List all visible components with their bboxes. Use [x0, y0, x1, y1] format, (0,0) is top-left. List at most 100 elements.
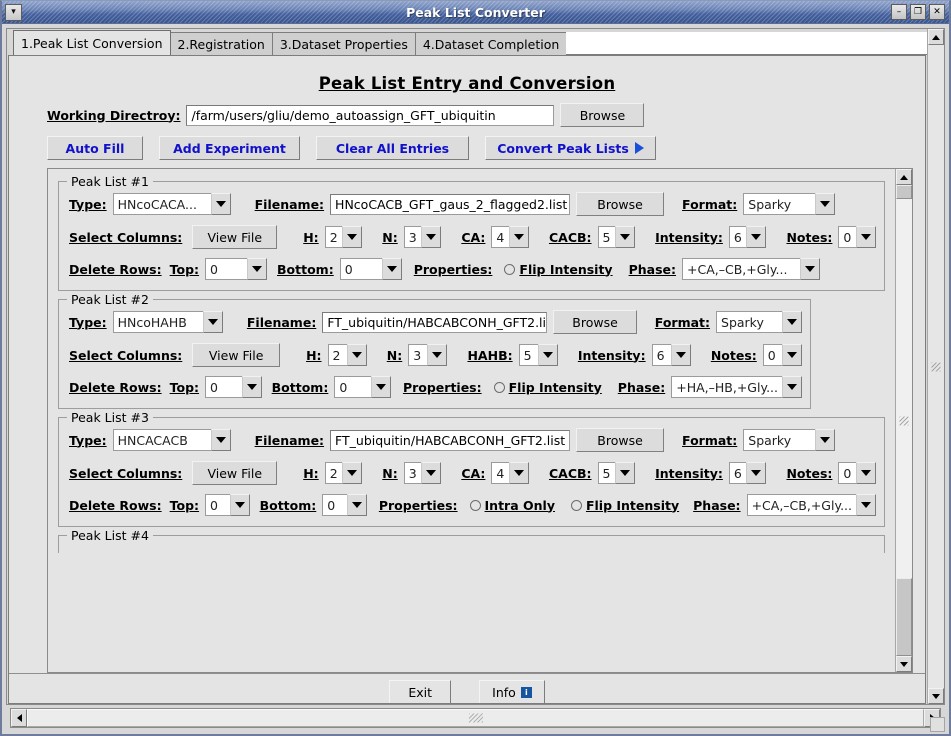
filename-browse-button[interactable]: Browse — [553, 310, 637, 334]
scroll-up-arrow-icon[interactable] — [896, 169, 912, 185]
chevron-down-icon[interactable] — [211, 429, 231, 451]
add-experiment-button[interactable]: Add Experiment — [159, 136, 300, 160]
column-ca-combobox[interactable]: 4 — [491, 462, 529, 484]
scrollbar-track[interactable] — [896, 185, 912, 656]
delete-rows-bottom-combobox[interactable]: 0 — [334, 376, 391, 398]
flip-intensity-radio[interactable]: Flip Intensity — [504, 262, 612, 277]
scroll-left-arrow-icon[interactable] — [11, 709, 27, 727]
type-combobox[interactable]: HNCACACB — [113, 429, 231, 451]
auto-fill-button[interactable]: Auto Fill — [47, 136, 143, 160]
chevron-down-icon[interactable] — [247, 258, 267, 280]
info-button[interactable]: Info i — [479, 680, 545, 703]
chevron-down-icon[interactable] — [230, 494, 250, 516]
chevron-down-icon[interactable] — [347, 344, 367, 366]
view-file-button[interactable]: View File — [192, 225, 277, 249]
view-file-button[interactable]: View File — [192, 461, 277, 485]
column-intensity-combobox[interactable]: 6 — [652, 344, 691, 366]
tab-peak-list-conversion[interactable]: 1.Peak List Conversion — [13, 30, 171, 55]
delete-rows-bottom-combobox[interactable]: 0 — [340, 258, 402, 280]
chevron-down-icon[interactable] — [347, 494, 367, 516]
tab-registration[interactable]: 2.Registration — [170, 32, 273, 55]
outer-vertical-scrollbar[interactable] — [927, 29, 944, 704]
tab-dataset-properties[interactable]: 3.Dataset Properties — [272, 32, 416, 55]
resize-grip[interactable] — [930, 717, 945, 732]
delete-rows-bottom-combobox[interactable]: 0 — [322, 494, 367, 516]
flip-intensity-radio[interactable]: Flip Intensity — [494, 380, 602, 395]
format-combobox[interactable]: Sparky — [743, 193, 835, 215]
chevron-down-icon[interactable] — [615, 226, 635, 248]
filename-browse-button[interactable]: Browse — [576, 428, 664, 452]
phase-combobox[interactable]: +HA,–HB,+Gly... — [671, 376, 802, 398]
scrollbar-track[interactable] — [928, 45, 944, 688]
column-notes-combobox[interactable]: 0 — [838, 462, 876, 484]
outer-horizontal-scrollbar[interactable] — [10, 708, 941, 728]
chevron-down-icon[interactable] — [242, 376, 262, 398]
chevron-down-icon[interactable] — [421, 226, 441, 248]
type-combobox[interactable]: HNcoCACA... — [113, 193, 231, 215]
scroll-down-arrow-icon[interactable] — [896, 656, 912, 672]
filename-input[interactable]: FT_ubiquitin/HABCABCONH_GFT2.list — [322, 312, 547, 333]
chevron-down-icon[interactable] — [856, 494, 876, 516]
chevron-down-icon[interactable] — [615, 462, 635, 484]
chevron-down-icon[interactable] — [800, 258, 820, 280]
chevron-down-icon[interactable] — [782, 344, 802, 366]
close-button[interactable]: ✕ — [929, 4, 945, 20]
minimize-button[interactable]: – — [891, 4, 907, 20]
maximize-button[interactable]: ❐ — [910, 4, 926, 20]
system-menu-chevron-down-icon[interactable]: ▾ — [5, 4, 22, 21]
chevron-down-icon[interactable] — [421, 462, 441, 484]
chevron-down-icon[interactable] — [427, 344, 447, 366]
column-n-combobox[interactable]: 3 — [408, 344, 447, 366]
scrollbar-thumb[interactable] — [896, 185, 912, 199]
column-intensity-combobox[interactable]: 6 — [729, 462, 767, 484]
chevron-down-icon[interactable] — [211, 193, 231, 215]
delete-rows-top-combobox[interactable]: 0 — [205, 258, 267, 280]
chevron-down-icon[interactable] — [815, 429, 835, 451]
column-notes-combobox[interactable]: 0 — [838, 226, 876, 248]
column-ca-combobox[interactable]: 4 — [491, 226, 529, 248]
column-n-combobox[interactable]: 3 — [404, 462, 442, 484]
clear-all-entries-button[interactable]: Clear All Entries — [316, 136, 469, 160]
chevron-down-icon[interactable] — [856, 462, 876, 484]
chevron-down-icon[interactable] — [815, 193, 835, 215]
chevron-down-icon[interactable] — [782, 311, 802, 333]
chevron-down-icon[interactable] — [509, 226, 529, 248]
working-directory-input[interactable]: /farm/users/gliu/demo_autoassign_GFT_ubi… — [186, 105, 554, 126]
type-combobox[interactable]: HNcoHAHB — [113, 311, 223, 333]
chevron-down-icon[interactable] — [538, 344, 558, 366]
delete-rows-top-combobox[interactable]: 0 — [205, 494, 250, 516]
chevron-down-icon[interactable] — [342, 462, 362, 484]
filename-input[interactable]: HNcoCACB_GFT_gaus_2_flagged2.list — [330, 194, 570, 215]
tab-dataset-completion[interactable]: 4.Dataset Completion — [415, 32, 567, 55]
working-directory-browse-button[interactable]: Browse — [560, 103, 644, 127]
intra-only-radio[interactable]: Intra Only — [470, 498, 555, 513]
column-intensity-combobox[interactable]: 6 — [729, 226, 767, 248]
column-cacb-combobox[interactable]: 5 — [598, 226, 636, 248]
column-h-combobox[interactable]: 2 — [325, 462, 363, 484]
delete-rows-top-combobox[interactable]: 0 — [205, 376, 262, 398]
chevron-down-icon[interactable] — [203, 311, 223, 333]
exit-button[interactable]: Exit — [389, 680, 451, 703]
column-hahb-combobox[interactable]: 5 — [519, 344, 558, 366]
scrollbar-thumb[interactable] — [27, 709, 924, 727]
column-cacb-combobox[interactable]: 5 — [598, 462, 636, 484]
format-combobox[interactable]: Sparky — [743, 429, 835, 451]
chevron-down-icon[interactable] — [671, 344, 691, 366]
chevron-down-icon[interactable] — [746, 226, 766, 248]
view-file-button[interactable]: View File — [192, 343, 280, 367]
filename-input[interactable]: FT_ubiquitin/HABCABCONH_GFT2.list — [330, 430, 570, 451]
chevron-down-icon[interactable] — [746, 462, 766, 484]
phase-combobox[interactable]: +CA,–CB,+Gly... — [747, 494, 876, 516]
scroll-down-arrow-icon[interactable] — [928, 688, 944, 704]
format-combobox[interactable]: Sparky — [716, 311, 802, 333]
chevron-down-icon[interactable] — [782, 376, 802, 398]
phase-combobox[interactable]: +CA,–CB,+Gly... — [682, 258, 820, 280]
chevron-down-icon[interactable] — [509, 462, 529, 484]
chevron-down-icon[interactable] — [856, 226, 876, 248]
chevron-down-icon[interactable] — [342, 226, 362, 248]
column-h-combobox[interactable]: 2 — [328, 344, 367, 366]
flip-intensity-radio[interactable]: Flip Intensity — [571, 498, 679, 513]
scroll-up-arrow-icon[interactable] — [928, 29, 944, 45]
window-titlebar[interactable]: ▾ Peak List Converter – ❐ ✕ — [2, 1, 949, 24]
convert-peak-lists-button[interactable]: Convert Peak Lists — [485, 136, 656, 160]
